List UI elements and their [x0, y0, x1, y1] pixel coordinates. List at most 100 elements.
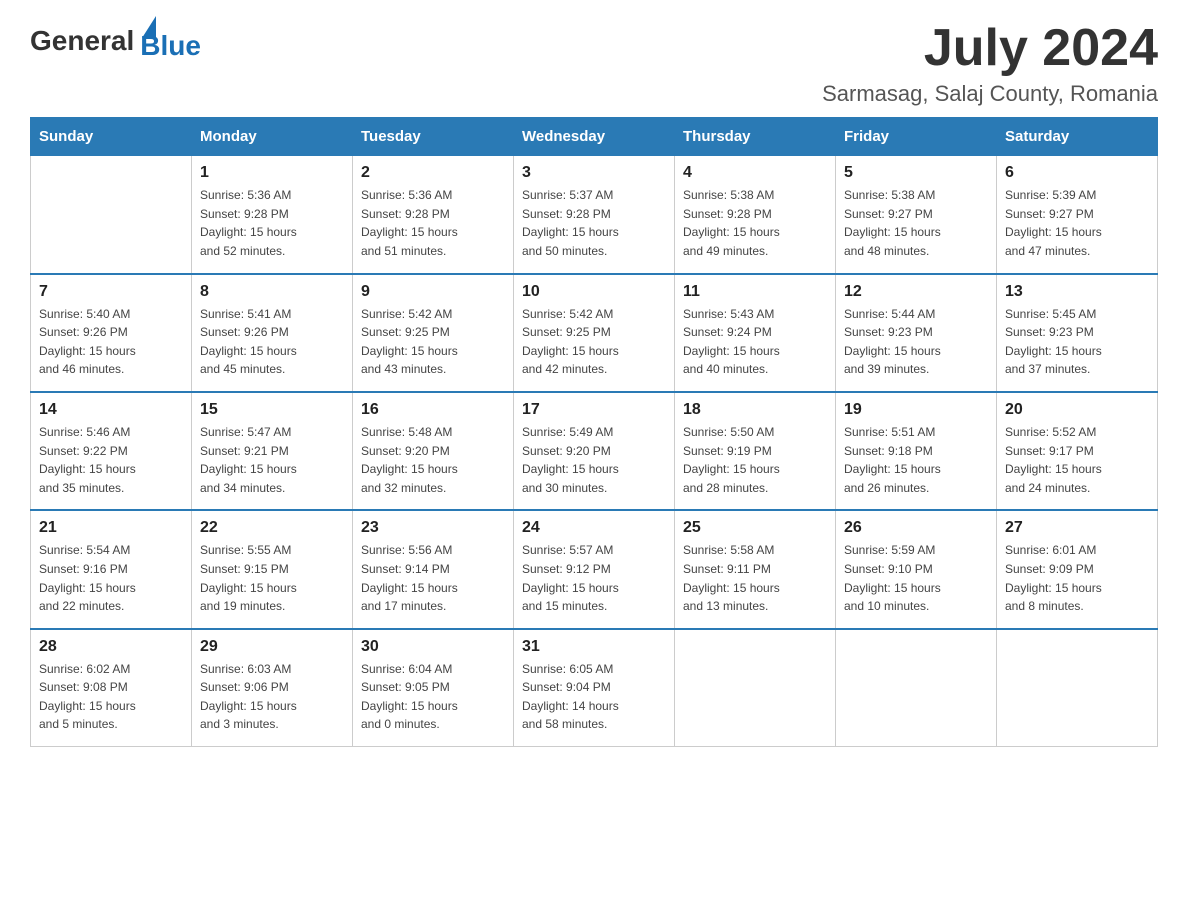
calendar-cell: 1 Sunrise: 5:36 AMSunset: 9:28 PMDaylight…	[192, 156, 353, 274]
calendar-cell: 11 Sunrise: 5:43 AMSunset: 9:24 PMDayligh…	[675, 274, 836, 392]
logo-text-general: General	[30, 25, 134, 57]
calendar-header-row: SundayMondayTuesdayWednesdayThursdayFrid…	[31, 118, 1158, 156]
day-info: Sunrise: 5:38 AMSunset: 9:27 PMDaylight:…	[844, 186, 988, 260]
day-number: 7	[39, 283, 183, 301]
calendar-header-friday: Friday	[836, 118, 997, 156]
calendar-cell: 22 Sunrise: 5:55 AMSunset: 9:15 PMDayligh…	[192, 510, 353, 628]
title-area: July 2024 Sarmasag, Salaj County, Romani…	[822, 20, 1158, 107]
day-info: Sunrise: 5:39 AMSunset: 9:27 PMDaylight:…	[1005, 186, 1149, 260]
calendar-cell: 31 Sunrise: 6:05 AMSunset: 9:04 PMDayligh…	[514, 629, 675, 747]
calendar-cell: 8 Sunrise: 5:41 AMSunset: 9:26 PMDaylight…	[192, 274, 353, 392]
calendar-cell: 28 Sunrise: 6:02 AMSunset: 9:08 PMDayligh…	[31, 629, 192, 747]
day-info: Sunrise: 5:37 AMSunset: 9:28 PMDaylight:…	[522, 186, 666, 260]
calendar-cell: 26Sunrise: 5:59 AMSunset: 9:10 PMDayligh…	[836, 510, 997, 628]
calendar-cell: 6 Sunrise: 5:39 AMSunset: 9:27 PMDaylight…	[997, 156, 1158, 274]
day-info: Sunrise: 5:43 AMSunset: 9:24 PMDaylight:…	[683, 305, 827, 379]
day-number: 27	[1005, 519, 1149, 537]
calendar-cell: 7Sunrise: 5:40 AMSunset: 9:26 PMDaylight…	[31, 274, 192, 392]
day-number: 18	[683, 401, 827, 419]
calendar-cell	[836, 629, 997, 747]
day-info: Sunrise: 6:04 AMSunset: 9:05 PMDaylight:…	[361, 660, 505, 734]
calendar-week-row: 14Sunrise: 5:46 AMSunset: 9:22 PMDayligh…	[31, 392, 1158, 510]
day-number: 20	[1005, 401, 1149, 419]
calendar-cell: 24 Sunrise: 5:57 AMSunset: 9:12 PMDayligh…	[514, 510, 675, 628]
day-info: Sunrise: 5:52 AMSunset: 9:17 PMDaylight:…	[1005, 423, 1149, 497]
day-info: Sunrise: 5:51 AMSunset: 9:18 PMDaylight:…	[844, 423, 988, 497]
calendar-table: SundayMondayTuesdayWednesdayThursdayFrid…	[30, 117, 1158, 747]
calendar-week-row: 1 Sunrise: 5:36 AMSunset: 9:28 PMDaylight…	[31, 156, 1158, 274]
calendar-header-sunday: Sunday	[31, 118, 192, 156]
day-info: Sunrise: 5:41 AMSunset: 9:26 PMDaylight:…	[200, 305, 344, 379]
day-info: Sunrise: 5:54 AMSunset: 9:16 PMDaylight:…	[39, 541, 183, 615]
calendar-cell: 4 Sunrise: 5:38 AMSunset: 9:28 PMDaylight…	[675, 156, 836, 274]
day-info: Sunrise: 5:57 AMSunset: 9:12 PMDaylight:…	[522, 541, 666, 615]
day-number: 12	[844, 283, 988, 301]
day-number: 10	[522, 283, 666, 301]
calendar-cell: 29 Sunrise: 6:03 AMSunset: 9:06 PMDayligh…	[192, 629, 353, 747]
day-number: 8	[200, 283, 344, 301]
day-info: Sunrise: 5:38 AMSunset: 9:28 PMDaylight:…	[683, 186, 827, 260]
day-info: Sunrise: 5:46 AMSunset: 9:22 PMDaylight:…	[39, 423, 183, 497]
day-info: Sunrise: 5:42 AMSunset: 9:25 PMDaylight:…	[522, 305, 666, 379]
day-info: Sunrise: 5:45 AMSunset: 9:23 PMDaylight:…	[1005, 305, 1149, 379]
day-number: 1	[200, 164, 344, 182]
day-number: 29	[200, 638, 344, 656]
calendar-cell: 21 Sunrise: 5:54 AMSunset: 9:16 PMDayligh…	[31, 510, 192, 628]
calendar-cell: 18 Sunrise: 5:50 AMSunset: 9:19 PMDayligh…	[675, 392, 836, 510]
day-number: 3	[522, 164, 666, 182]
calendar-header-tuesday: Tuesday	[353, 118, 514, 156]
day-number: 25	[683, 519, 827, 537]
calendar-cell	[675, 629, 836, 747]
day-number: 24	[522, 519, 666, 537]
calendar-cell: 15 Sunrise: 5:47 AMSunset: 9:21 PMDayligh…	[192, 392, 353, 510]
calendar-cell: 5 Sunrise: 5:38 AMSunset: 9:27 PMDaylight…	[836, 156, 997, 274]
page-header: General Blue July 2024 Sarmasag, Salaj C…	[30, 20, 1158, 107]
calendar-cell	[997, 629, 1158, 747]
calendar-cell: 19Sunrise: 5:51 AMSunset: 9:18 PMDayligh…	[836, 392, 997, 510]
calendar-header-thursday: Thursday	[675, 118, 836, 156]
day-info: Sunrise: 6:05 AMSunset: 9:04 PMDaylight:…	[522, 660, 666, 734]
day-info: Sunrise: 5:36 AMSunset: 9:28 PMDaylight:…	[200, 186, 344, 260]
calendar-week-row: 7Sunrise: 5:40 AMSunset: 9:26 PMDaylight…	[31, 274, 1158, 392]
day-info: Sunrise: 5:58 AMSunset: 9:11 PMDaylight:…	[683, 541, 827, 615]
logo: General Blue	[30, 20, 201, 62]
day-info: Sunrise: 5:44 AMSunset: 9:23 PMDaylight:…	[844, 305, 988, 379]
day-info: Sunrise: 6:02 AMSunset: 9:08 PMDaylight:…	[39, 660, 183, 734]
day-number: 21	[39, 519, 183, 537]
day-number: 9	[361, 283, 505, 301]
calendar-header-wednesday: Wednesday	[514, 118, 675, 156]
calendar-cell: 14Sunrise: 5:46 AMSunset: 9:22 PMDayligh…	[31, 392, 192, 510]
calendar-cell	[31, 156, 192, 274]
day-info: Sunrise: 5:49 AMSunset: 9:20 PMDaylight:…	[522, 423, 666, 497]
day-info: Sunrise: 5:59 AMSunset: 9:10 PMDaylight:…	[844, 541, 988, 615]
day-info: Sunrise: 5:50 AMSunset: 9:19 PMDaylight:…	[683, 423, 827, 497]
calendar-cell: 20 Sunrise: 5:52 AMSunset: 9:17 PMDayligh…	[997, 392, 1158, 510]
day-info: Sunrise: 6:01 AMSunset: 9:09 PMDaylight:…	[1005, 541, 1149, 615]
location-title: Sarmasag, Salaj County, Romania	[822, 81, 1158, 107]
day-number: 6	[1005, 164, 1149, 182]
day-number: 5	[844, 164, 988, 182]
calendar-cell: 17 Sunrise: 5:49 AMSunset: 9:20 PMDayligh…	[514, 392, 675, 510]
calendar-cell: 3 Sunrise: 5:37 AMSunset: 9:28 PMDaylight…	[514, 156, 675, 274]
logo-text-blue: Blue	[140, 30, 201, 62]
day-number: 22	[200, 519, 344, 537]
day-number: 2	[361, 164, 505, 182]
day-number: 4	[683, 164, 827, 182]
day-number: 28	[39, 638, 183, 656]
day-number: 11	[683, 283, 827, 301]
day-info: Sunrise: 5:36 AMSunset: 9:28 PMDaylight:…	[361, 186, 505, 260]
day-number: 15	[200, 401, 344, 419]
day-number: 23	[361, 519, 505, 537]
calendar-week-row: 28 Sunrise: 6:02 AMSunset: 9:08 PMDayligh…	[31, 629, 1158, 747]
calendar-cell: 23Sunrise: 5:56 AMSunset: 9:14 PMDayligh…	[353, 510, 514, 628]
calendar-cell: 30 Sunrise: 6:04 AMSunset: 9:05 PMDayligh…	[353, 629, 514, 747]
day-info: Sunrise: 5:47 AMSunset: 9:21 PMDaylight:…	[200, 423, 344, 497]
calendar-week-row: 21 Sunrise: 5:54 AMSunset: 9:16 PMDayligh…	[31, 510, 1158, 628]
day-number: 17	[522, 401, 666, 419]
day-number: 30	[361, 638, 505, 656]
day-number: 31	[522, 638, 666, 656]
calendar-cell: 13Sunrise: 5:45 AMSunset: 9:23 PMDayligh…	[997, 274, 1158, 392]
day-info: Sunrise: 6:03 AMSunset: 9:06 PMDaylight:…	[200, 660, 344, 734]
day-info: Sunrise: 5:55 AMSunset: 9:15 PMDaylight:…	[200, 541, 344, 615]
calendar-cell: 25 Sunrise: 5:58 AMSunset: 9:11 PMDayligh…	[675, 510, 836, 628]
